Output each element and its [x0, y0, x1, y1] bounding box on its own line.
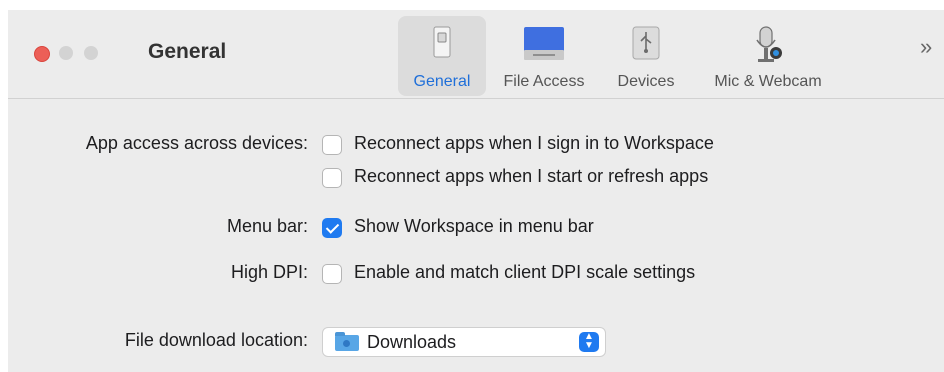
show-in-menu-bar-label[interactable]: Show Workspace in menu bar	[354, 216, 594, 237]
toolbar-overflow-button[interactable]: »	[920, 34, 932, 60]
minimize-window-button[interactable]	[59, 46, 73, 60]
reconnect-refresh-label[interactable]: Reconnect apps when I start or refresh a…	[354, 166, 708, 187]
reconnect-refresh-checkbox[interactable]	[322, 168, 342, 188]
menu-bar-row: Menu bar:	[8, 216, 308, 244]
general-settings-panel: App access across devices: Reconnect app…	[8, 99, 944, 372]
app-access-row: App access across devices:	[8, 133, 308, 161]
download-location-label: File download location:	[124, 330, 308, 350]
window-title: General	[148, 40, 227, 63]
tab-devices[interactable]: Devices	[606, 16, 686, 96]
download-location-select[interactable]: Downloads ▲ ▼	[322, 327, 606, 357]
tab-general[interactable]: General	[398, 16, 486, 96]
tab-label: General	[413, 73, 471, 90]
general-switch-icon	[433, 26, 451, 58]
download-location-value: Downloads	[367, 332, 457, 352]
match-dpi-label[interactable]: Enable and match client DPI scale settin…	[354, 262, 695, 283]
usb-icon	[632, 26, 660, 60]
high-dpi-label: High DPI:	[230, 262, 308, 282]
tab-file-access[interactable]: File Access	[494, 16, 594, 96]
window-toolbar: General General File Access Devices Mic …	[8, 10, 944, 99]
show-in-menu-bar-checkbox[interactable]	[322, 218, 342, 238]
high-dpi-row: High DPI:	[8, 262, 308, 290]
folder-icon	[335, 332, 359, 351]
microphone-webcam-icon	[756, 26, 782, 62]
reconnect-signin-label[interactable]: Reconnect apps when I sign in to Workspa…	[354, 133, 714, 154]
app-access-label: App access across devices:	[85, 133, 308, 153]
tab-label: Mic & Webcam	[714, 73, 822, 90]
tab-label: File Access	[503, 73, 585, 90]
preferences-window: General General File Access Devices Mic …	[8, 10, 944, 372]
reconnect-signin-checkbox[interactable]	[322, 135, 342, 155]
match-dpi-checkbox[interactable]	[322, 264, 342, 284]
select-stepper-icon: ▲ ▼	[579, 332, 599, 352]
tab-label: Devices	[617, 73, 675, 90]
download-location-row: File download location:	[8, 330, 308, 358]
zoom-window-button[interactable]	[84, 46, 98, 60]
hard-drive-icon	[524, 27, 564, 60]
tab-mic-webcam[interactable]: Mic & Webcam	[698, 16, 838, 96]
menu-bar-label: Menu bar:	[226, 216, 308, 236]
close-window-button[interactable]	[34, 46, 50, 62]
